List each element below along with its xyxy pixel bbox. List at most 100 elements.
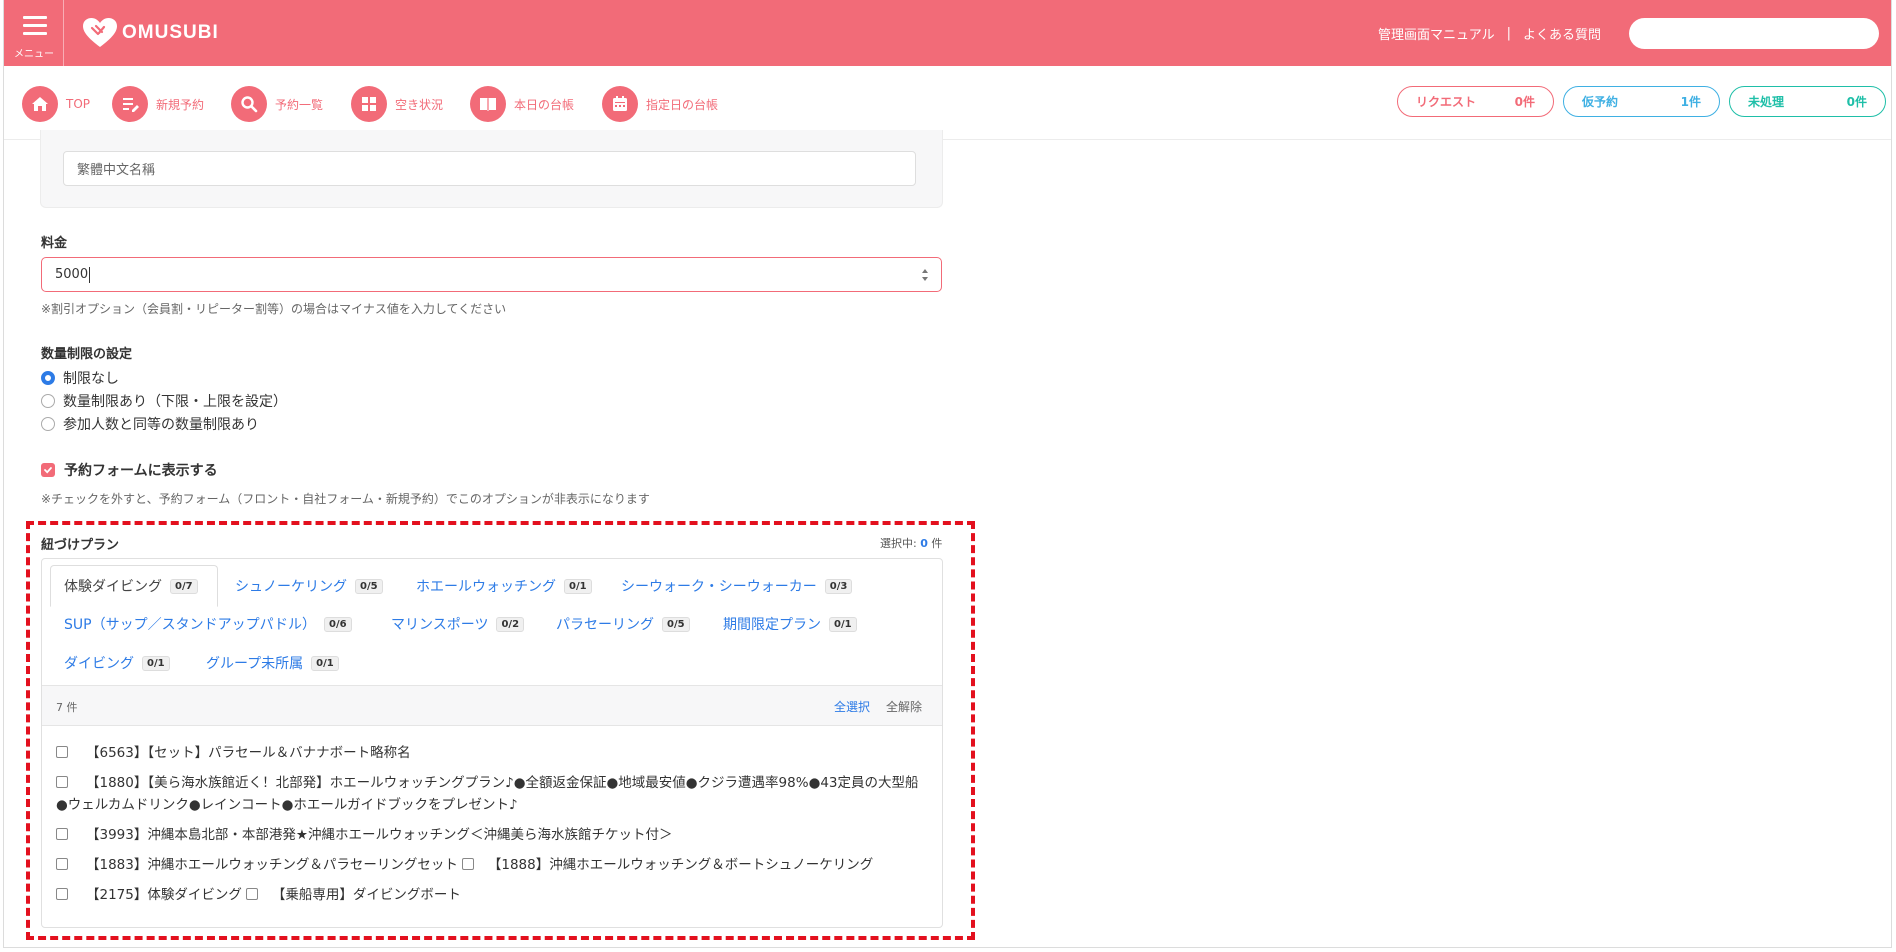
nav-new-reservation-label: 新規予約 — [156, 97, 205, 112]
request-status-pill[interactable]: リクエスト 0件 — [1397, 86, 1554, 117]
show-on-form-checkbox-row[interactable]: 予約フォームに表示する — [41, 460, 218, 480]
tab-count-badge: 0/3 — [824, 578, 853, 594]
checkbox-checked-icon[interactable] — [41, 463, 55, 477]
unprocessed-label: 未処理 — [1748, 95, 1785, 109]
tentative-status-pill[interactable]: 仮予約 1件 — [1563, 86, 1720, 117]
plan-label: 【乗船専用】ダイビングボート — [271, 887, 461, 903]
tab-label: グループ未所属 — [206, 656, 304, 672]
plan-list-item: 【3993】沖縄本島北部・本部港発★沖縄ホエールウォッチング＜沖縄美ら海水族館チ… — [56, 824, 926, 846]
qty-option-label: 参加人数と同等の数量制限あり — [63, 417, 259, 433]
chinese-name-input[interactable] — [63, 151, 916, 186]
number-spinner-icon[interactable] — [921, 266, 929, 284]
plan-checkbox[interactable] — [56, 746, 68, 758]
logo[interactable]: OMUSUBI — [82, 16, 219, 50]
plan-label: 【1883】沖縄ホエールウォッチング＆パラセーリングセット — [86, 857, 458, 873]
calendar-icon — [602, 86, 638, 122]
plan-label: 【1888】沖縄ホエールウォッチング＆ボートシュノーケリング — [487, 857, 874, 873]
main-nav: TOP 新規予約 予約一覧 空き状況 本日の台帳 指定日の台帳 リクエスト 0件… — [4, 66, 1891, 140]
qty-option-range[interactable]: 数量制限あり（下限・上限を設定） — [41, 392, 287, 410]
menu-label: メニュー — [14, 49, 54, 60]
nav-today-ledger[interactable]: 本日の台帳 — [470, 85, 574, 123]
faq-link[interactable]: よくある質問 — [1523, 24, 1601, 43]
plan-list-header: 7 件 全選択 全解除 — [42, 685, 942, 726]
nav-reservation-list-label: 予約一覧 — [275, 97, 324, 112]
show-on-form-label: 予約フォームに表示する — [64, 463, 218, 479]
plan-checkbox[interactable] — [56, 888, 68, 900]
tab-count-badge: 0/5 — [662, 616, 690, 632]
tab-plan-group[interactable]: 体験ダイビング 0/7 — [64, 574, 198, 598]
selected-count: 選択中: 0 件 — [880, 535, 942, 551]
radio-icon[interactable] — [41, 417, 55, 431]
plans-panel: 体験ダイビング 0/7 シュノーケリング 0/5 ホエールウォッチング 0/1 シーウ… — [41, 558, 943, 928]
nav-availability[interactable]: 空き状況 — [351, 85, 443, 123]
main-content: 料金 5000 ※割引オプション（会員割・リピーター割等）の場合はマイナス値を入… — [4, 130, 1891, 947]
plan-checkbox[interactable] — [56, 828, 68, 840]
nav-date-ledger[interactable]: 指定日の台帳 — [602, 85, 718, 123]
tab-plan-group[interactable]: マリンスポーツ 0/2 — [391, 612, 525, 636]
tab-count-badge: 0/2 — [496, 616, 525, 632]
tab-plan-group[interactable]: シーウォーク・シーウォーカー 0/3 — [621, 574, 853, 598]
deselect-all-link[interactable]: 全解除 — [886, 698, 922, 715]
request-label: リクエスト — [1416, 95, 1477, 109]
show-on-form-help-text: ※チェックを外すと、予約フォーム（フロント・自社フォーム・新規予約）でこのオプシ… — [41, 492, 650, 506]
tab-count-badge: 0/1 — [311, 655, 339, 671]
menu-button[interactable]: メニュー — [4, 0, 64, 66]
chinese-name-card — [40, 130, 943, 208]
header-links: 管理画面マニュアル | よくある質問 — [1378, 24, 1601, 43]
plan-label: 【2175】体験ダイビング — [86, 887, 242, 903]
nav-top[interactable]: TOP — [22, 85, 90, 123]
tab-plan-group[interactable]: グループ未所属 0/1 — [206, 651, 339, 675]
selected-suffix: 件 — [927, 537, 943, 550]
tab-label: SUP（サップ／スタンドアップパドル） — [64, 617, 316, 633]
plan-list-item: 【6563】【セット】パラセール＆バナナボート略称名 — [56, 742, 926, 764]
plan-label: 【6563】【セット】パラセール＆バナナボート略称名 — [86, 745, 411, 761]
link-separator: | — [1506, 26, 1511, 41]
request-count: 0件 — [1514, 95, 1535, 109]
plan-list-item: 【1880】【美ら海水族館近く！北部発】ホエールウォッチングプラン♪●全額返金保… — [56, 772, 926, 816]
plan-checkbox[interactable] — [461, 858, 474, 870]
tab-label: 体験ダイビング — [64, 579, 162, 595]
text-cursor — [89, 266, 91, 283]
tab-plan-group[interactable]: パラセーリング 0/5 — [556, 612, 690, 636]
nav-date-ledger-label: 指定日の台帳 — [646, 97, 719, 112]
unprocessed-count: 0件 — [1846, 95, 1867, 109]
tab-plan-group[interactable]: SUP（サップ／スタンドアップパドル） 0/6 — [64, 612, 352, 636]
nav-today-ledger-label: 本日の台帳 — [514, 97, 575, 112]
edit-list-icon — [112, 86, 148, 122]
header-search-input[interactable] — [1629, 18, 1879, 49]
plan-checkbox[interactable] — [56, 776, 68, 788]
tab-plan-group[interactable]: シュノーケリング 0/5 — [235, 574, 383, 598]
plan-list-item: 【2175】体験ダイビング 【乗船専用】ダイビングボート — [56, 884, 926, 906]
radio-selected-icon[interactable] — [41, 371, 55, 385]
selected-prefix: 選択中: — [880, 537, 921, 550]
tab-label: パラセーリング — [556, 617, 654, 633]
tab-label: ホエールウォッチング — [416, 579, 556, 595]
plan-checkbox[interactable] — [245, 888, 258, 900]
nav-availability-label: 空き状況 — [395, 97, 444, 112]
tab-count-badge: 0/1 — [564, 578, 592, 594]
unprocessed-status-pill[interactable]: 未処理 0件 — [1729, 86, 1886, 117]
qty-option-label: 数量制限あり（下限・上限を設定） — [63, 394, 287, 410]
hamburger-icon — [23, 16, 47, 35]
plan-checkbox[interactable] — [56, 858, 68, 870]
radio-icon[interactable] — [41, 394, 55, 408]
search-icon — [231, 86, 267, 122]
tab-label: ダイビング — [64, 656, 134, 672]
select-all-link[interactable]: 全選択 — [834, 698, 870, 715]
tentative-count: 1件 — [1680, 95, 1701, 109]
price-input[interactable]: 5000 — [41, 257, 942, 292]
tab-plan-group[interactable]: ダイビング 0/1 — [64, 651, 170, 675]
price-help-text: ※割引オプション（会員割・リピーター割等）の場合はマイナス値を入力してください — [41, 302, 507, 316]
tab-label: マリンスポーツ — [391, 617, 489, 633]
tab-count-badge: 0/7 — [170, 578, 198, 594]
nav-reservation-list[interactable]: 予約一覧 — [231, 85, 323, 123]
nav-new-reservation[interactable]: 新規予約 — [112, 85, 204, 123]
qty-option-participants[interactable]: 参加人数と同等の数量制限あり — [41, 415, 259, 433]
app-frame: メニュー OMUSUBI 管理画面マニュアル | よくある質問 TOP 新規予約… — [3, 0, 1892, 948]
qty-option-none[interactable]: 制限なし — [41, 369, 119, 387]
tab-plan-group[interactable]: ホエールウォッチング 0/1 — [416, 574, 592, 598]
tab-label: シュノーケリング — [235, 579, 347, 595]
tab-plan-group[interactable]: 期間限定プラン 0/1 — [723, 612, 857, 636]
price-label: 料金 — [41, 236, 68, 251]
manual-link[interactable]: 管理画面マニュアル — [1378, 24, 1495, 43]
